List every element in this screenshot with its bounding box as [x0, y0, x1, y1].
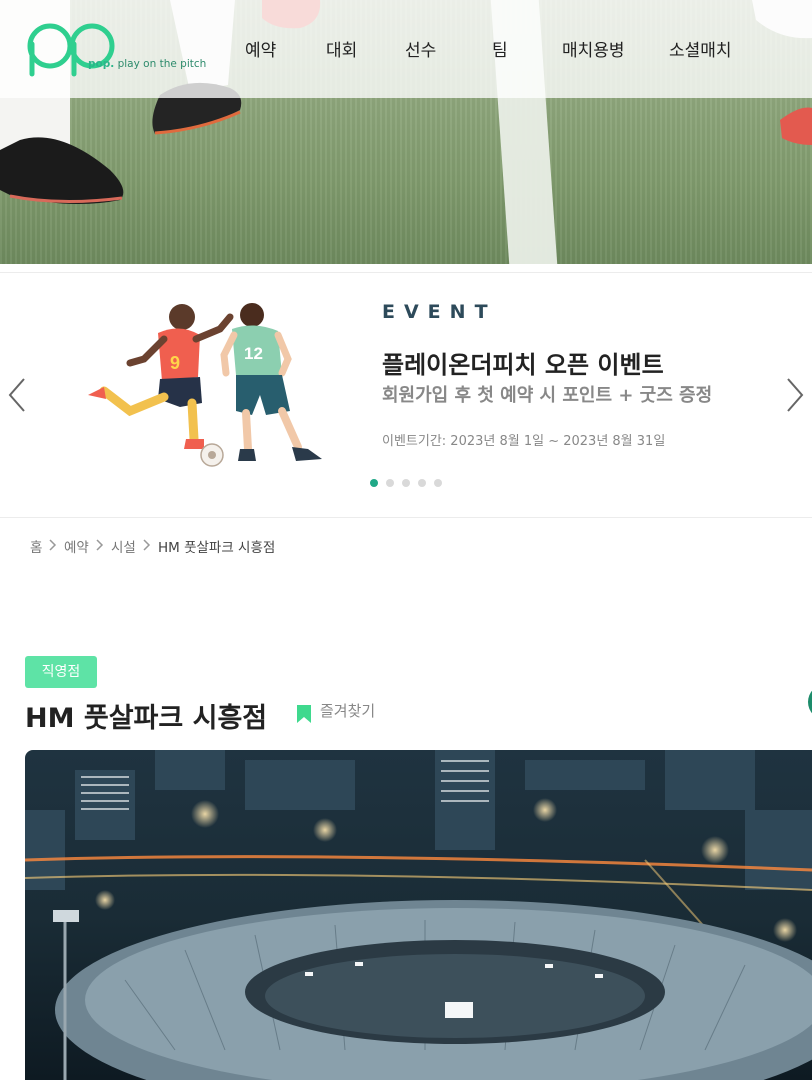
stadium-night-photo — [25, 750, 812, 1080]
nav-item-social-match[interactable]: 소셜매치 — [669, 36, 732, 61]
event-title[interactable]: 플레이온더피치 오픈 이벤트 — [382, 345, 664, 380]
facility-name: HM 풋살파크 시흥점 — [25, 703, 268, 734]
main-nav: 예약 대회 선수 팀 매치용병 소셜매치 — [0, 36, 812, 62]
nav-item-team[interactable]: 팀 — [492, 36, 508, 61]
player-number-9: 9 — [170, 353, 180, 373]
carousel-dot-1[interactable] — [370, 479, 378, 487]
breadcrumb-current: HM 풋살파크 시흥점 — [158, 540, 276, 556]
chevron-right-icon[interactable] — [784, 377, 806, 413]
soccer-players-illustration: 9 12 — [88, 303, 322, 467]
event-period: 이벤트기간: 2023년 8월 1일 ~ 2023년 8월 31일 — [382, 434, 666, 449]
direct-store-badge: 직영점 — [25, 656, 97, 688]
breadcrumb-home[interactable]: 홈 — [30, 536, 42, 556]
favorite-label: 즐겨찾기 — [320, 702, 376, 720]
player-number-12: 12 — [244, 344, 263, 363]
carousel-dot-2[interactable] — [386, 479, 394, 487]
breadcrumb-separator-icon — [96, 539, 104, 551]
nav-item-reservation[interactable]: 예약 — [245, 36, 276, 61]
nav-item-players[interactable]: 선수 — [405, 36, 436, 61]
event-subtitle: 회원가입 후 첫 예약 시 포인트 + 굿즈 증정 — [382, 385, 713, 406]
facility-photo — [25, 750, 812, 1080]
bookmark-icon — [297, 705, 311, 723]
nav-item-match-mercenary[interactable]: 매치용병 — [562, 36, 625, 61]
event-kicker: EVENT — [382, 301, 497, 323]
carousel-dot-4[interactable] — [418, 479, 426, 487]
breadcrumb-reservation[interactable]: 예약 — [64, 536, 89, 556]
event-carousel: 9 12 EVENT 플레이온더피치 오픈 이벤트 회원가입 후 첫 예약 시 … — [0, 272, 812, 518]
breadcrumb-separator-icon — [49, 539, 57, 551]
breadcrumb-separator-icon — [143, 539, 151, 551]
chevron-left-icon[interactable] — [6, 377, 28, 413]
carousel-dot-5[interactable] — [434, 479, 442, 487]
floating-action-button[interactable] — [808, 684, 812, 720]
breadcrumb-facility[interactable]: 시설 — [111, 536, 136, 556]
nav-item-tournament[interactable]: 대회 — [326, 36, 357, 61]
carousel-dot-3[interactable] — [402, 479, 410, 487]
site-header: pop. play on the pitch 예약 대회 선수 팀 매치용병 소… — [0, 0, 812, 98]
